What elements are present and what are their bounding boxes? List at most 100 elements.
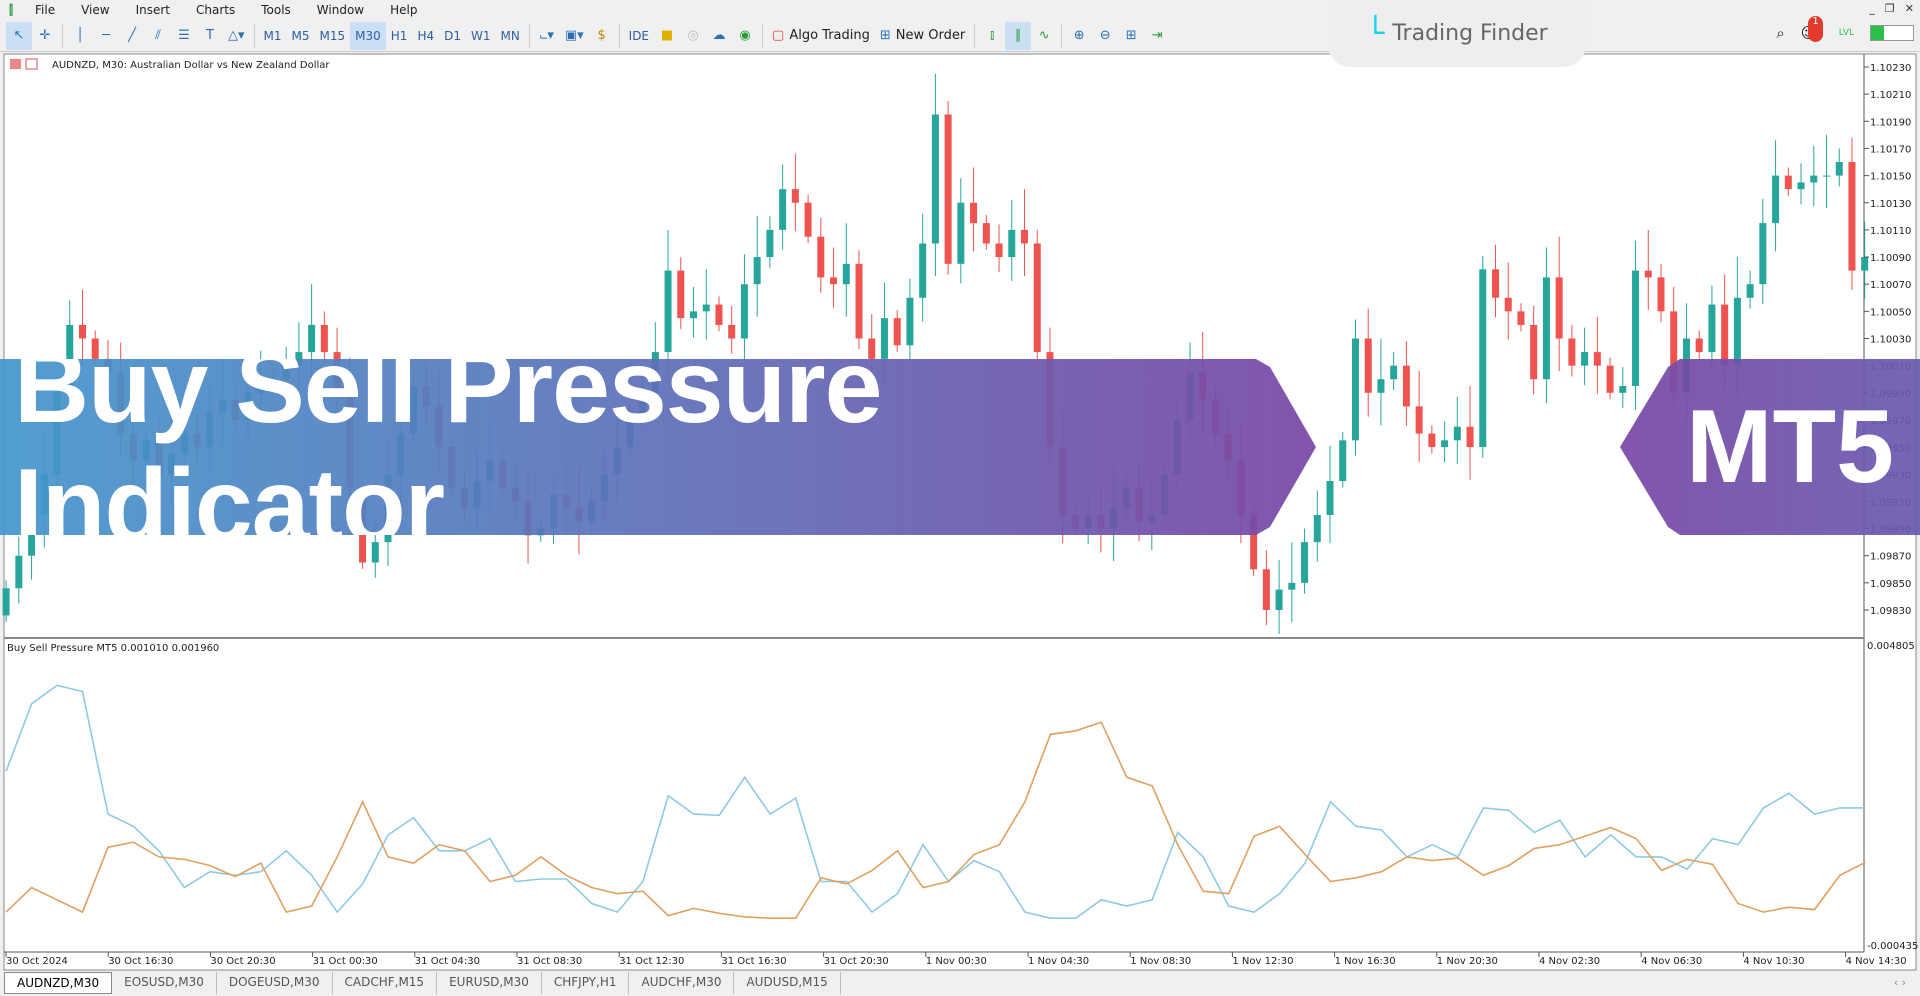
time-tick-label: 4 Nov 14:30 [1846,956,1907,967]
price-tick-label: 1.10210 [1870,90,1911,101]
candle-body [690,311,698,319]
time-tick-label: 31 Oct 20:30 [824,956,889,967]
candle-body [91,338,99,359]
banner-tag: MT5 [1620,359,1920,535]
time-tick-label: 1 Nov 08:30 [1130,956,1191,967]
candle-body [1453,426,1461,441]
tab-symbol[interactable]: EURUSD,M30 [437,972,542,994]
candle-body [957,202,965,264]
candle-body [1581,352,1589,366]
candle-body [1326,481,1334,515]
candle-body [1632,270,1640,387]
candle-body [779,189,787,230]
candle-body [893,318,901,346]
candle-body [1504,297,1512,312]
candle-body [15,555,23,589]
candle-body [1721,304,1729,366]
candle-body [2,588,10,616]
time-tick-label: 1 Nov 00:30 [926,956,987,967]
candle-body [1593,352,1601,366]
price-tick-label: 1.10050 [1870,307,1911,318]
tab-symbol[interactable]: DOGEUSD,M30 [217,972,333,994]
candle-body [1479,269,1487,448]
time-tick-label: 31 Oct 16:30 [721,956,786,967]
candle-body [1262,569,1270,610]
candle-body [728,324,736,339]
price-tick-label: 1.10190 [1870,117,1911,128]
candle-body [1377,379,1385,393]
time-tick-label: 1 Nov 12:30 [1232,956,1293,967]
chart-list-icon[interactable] [10,59,21,69]
time-tick-label: 31 Oct 00:30 [313,956,378,967]
candle-body [740,284,748,339]
tab-symbol[interactable]: EOSUSD,M30 [112,972,217,994]
candle-body [1733,297,1741,366]
time-tick-label: 31 Oct 08:30 [517,956,582,967]
candle-body [1861,257,1869,271]
candle-body [842,263,850,285]
candle-body [1759,223,1767,285]
candle-body [931,114,939,244]
candle-body [1492,269,1500,298]
candle-body [1428,433,1436,448]
tab-symbol[interactable]: AUDCHF,M30 [629,972,735,994]
banner-tag-text: MT5 [1686,388,1894,505]
candle-body [1033,243,1041,353]
candle-body [766,229,774,258]
candle-body [1644,270,1652,278]
time-tick-label: 31 Oct 04:30 [415,956,480,967]
candle-body [830,277,838,285]
time-tick-label: 31 Oct 12:30 [619,956,684,967]
tab-symbol[interactable]: CHFJPY,H1 [542,972,630,994]
price-tick-label: 1.10170 [1870,144,1911,155]
time-tick-label: 4 Nov 02:30 [1539,956,1600,967]
price-tick-label: 1.09850 [1870,579,1911,590]
candle-body [1822,175,1830,177]
candle-body [1021,229,1028,244]
candle-body [1772,175,1780,224]
candle-body [791,189,799,203]
price-tick-label: 1.10130 [1870,199,1911,210]
candle-body [664,270,672,353]
candle-body [1339,440,1347,482]
candle-body [1619,386,1627,393]
symbol-tabs: AUDNZD,M30 EOSUSD,M30 DOGEUSD,M30 CADCHF,M1… [4,972,841,994]
price-tick-label: 1.10030 [1870,335,1911,346]
tab-symbol[interactable]: AUDNZD,M30 [4,972,113,994]
candle-body [906,297,914,346]
time-tick-label: 1 Nov 16:30 [1335,956,1396,967]
price-tick-label: 1.10090 [1870,253,1911,264]
candle-body [1364,338,1372,393]
candle-body [1810,175,1818,183]
candle-body [1275,589,1283,610]
indicator-tick-label: 0.004805 [1867,641,1915,652]
tab-symbol[interactable]: AUDUSD,M15 [734,972,841,994]
candle-body [1542,277,1550,380]
candle-body [1530,324,1538,380]
candle-body [308,324,316,353]
candle-body [1848,162,1856,271]
indicator-tick-label: -0.000435 [1867,941,1918,952]
candle-body [995,243,1003,258]
candle-body [1797,182,1805,190]
candle-body [1402,365,1410,407]
price-tick-label: 1.10110 [1870,226,1911,237]
chart-title: AUDNZD, M30: Australian Dollar vs New Ze… [52,60,330,71]
banner-title: Buy Sell Pressure Indicator [0,359,1316,535]
candle-body [1351,338,1359,441]
time-tick-label: 1 Nov 20:30 [1437,956,1498,967]
candle-body [1517,311,1525,325]
tab-symbol[interactable]: CADCHF,M15 [333,972,438,994]
trading-finder-logo-icon: └ [1366,16,1385,51]
candle-body [715,304,723,325]
candle-body [944,114,952,264]
candle-body [982,223,990,244]
candle-body [1657,277,1665,312]
price-tick-label: 1.10230 [1870,63,1911,74]
candle-body [880,318,888,359]
candle-body [1746,284,1754,298]
candle-body [1288,582,1296,590]
candle-body [1695,338,1703,353]
tab-scroll-arrows[interactable]: ‹ › [1894,976,1906,989]
candle-body [702,304,710,312]
